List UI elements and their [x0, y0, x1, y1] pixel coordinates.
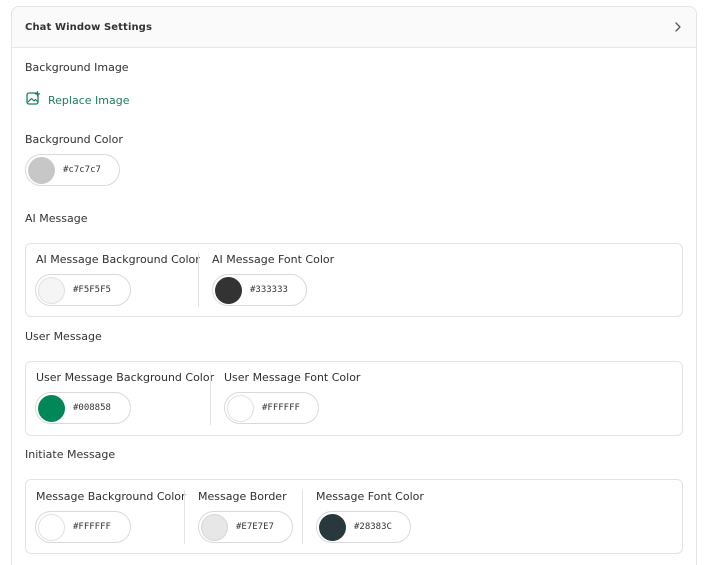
color-swatch — [38, 276, 65, 304]
divider — [198, 253, 199, 307]
background-image-label: Background Image — [25, 61, 129, 74]
initiate-message-bg-label: Message Background Color — [36, 490, 186, 503]
initiate-message-title: Initiate Message — [25, 448, 116, 461]
ai-message-bg-picker[interactable]: #F5F5F5 — [35, 274, 131, 306]
background-color-picker[interactable]: #c7c7c7 — [25, 154, 120, 186]
color-hex: #28383C — [354, 522, 392, 532]
initiate-message-border-picker[interactable]: #E7E7E7 — [198, 511, 293, 543]
image-plus-icon — [26, 91, 41, 110]
user-message-bg-label: User Message Background Color — [36, 371, 215, 384]
color-hex: #333333 — [250, 285, 288, 295]
divider — [210, 371, 211, 425]
user-message-title: User Message — [25, 330, 102, 343]
color-swatch — [28, 156, 55, 184]
color-hex: #F5F5F5 — [73, 285, 111, 295]
ai-message-title: AI Message — [25, 212, 88, 225]
user-message-bg-picker[interactable]: #008858 — [35, 392, 131, 424]
color-hex: #FFFFFF — [262, 403, 300, 413]
initiate-message-border-label: Message Border — [198, 490, 287, 503]
color-swatch — [319, 513, 346, 541]
initiate-message-bg-picker[interactable]: #FFFFFF — [35, 511, 131, 543]
color-swatch — [215, 276, 242, 304]
initiate-message-font-label: Message Font Color — [316, 490, 424, 503]
chevron-right-icon[interactable] — [672, 21, 684, 33]
background-color-label: Background Color — [25, 133, 123, 146]
replace-image-button[interactable]: Replace Image — [26, 91, 129, 110]
color-hex: #E7E7E7 — [236, 522, 274, 532]
color-swatch — [38, 513, 65, 541]
divider — [302, 490, 303, 544]
ai-message-font-picker[interactable]: #333333 — [212, 274, 307, 306]
panel-title: Chat Window Settings — [25, 21, 152, 33]
color-swatch — [201, 513, 228, 541]
ai-message-font-label: AI Message Font Color — [212, 253, 335, 266]
panel-header[interactable]: Chat Window Settings — [12, 7, 696, 48]
color-hex: #FFFFFF — [73, 522, 111, 532]
initiate-message-font-picker[interactable]: #28383C — [316, 511, 411, 543]
replace-image-label: Replace Image — [48, 94, 130, 107]
ai-message-bg-label: AI Message Background Color — [36, 253, 200, 266]
color-hex: #008858 — [73, 403, 111, 413]
color-swatch — [227, 394, 254, 422]
color-swatch — [38, 394, 65, 422]
color-hex: #c7c7c7 — [63, 165, 101, 175]
user-message-font-picker[interactable]: #FFFFFF — [224, 392, 319, 424]
divider — [184, 490, 185, 544]
user-message-font-label: User Message Font Color — [224, 371, 361, 384]
